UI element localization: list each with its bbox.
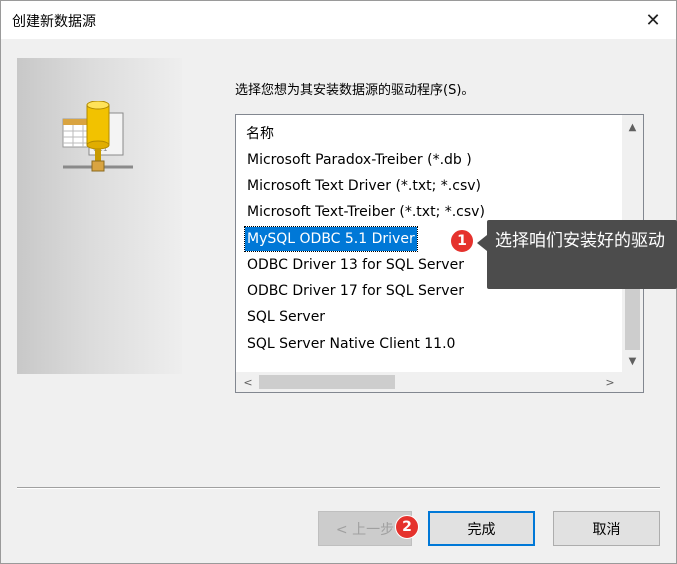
wizard-side-panel: 011 xyxy=(17,58,182,374)
scroll-up-icon[interactable]: ▲ xyxy=(622,117,643,137)
annotation-badge-1: 1 xyxy=(450,229,474,253)
close-icon: ✕ xyxy=(645,9,661,31)
list-item[interactable]: Microsoft Text-Treiber (*.txt; *.csv) xyxy=(245,200,487,224)
driver-prompt: 选择您想为其安装数据源的驱动程序(S)。 xyxy=(235,83,475,98)
finish-button[interactable]: 完成 xyxy=(428,511,535,546)
footer-separator xyxy=(17,487,660,489)
list-item[interactable]: Microsoft Text Driver (*.txt; *.csv) xyxy=(245,174,483,198)
list-item-selected[interactable]: MySQL ODBC 5.1 Driver xyxy=(244,226,418,252)
list-item[interactable]: Microsoft Paradox-Treiber (*.db ) xyxy=(245,148,474,172)
window-title: 创建新数据源 xyxy=(12,14,96,30)
close-button[interactable]: ✕ xyxy=(630,1,676,39)
tooltip-pointer xyxy=(477,235,487,251)
horizontal-scroll-thumb[interactable] xyxy=(259,375,395,389)
list-item[interactable]: SQL Server xyxy=(245,305,327,329)
title-bar: 创建新数据源 ✕ xyxy=(1,1,676,39)
scroll-down-icon[interactable]: ▼ xyxy=(622,351,643,371)
list-item[interactable]: SQL Server Native Client 11.0 xyxy=(245,332,457,356)
cancel-button[interactable]: 取消 xyxy=(553,511,660,546)
annotation-tooltip: 选择咱们安装好的驱动 xyxy=(487,220,677,289)
horizontal-scrollbar[interactable]: < > xyxy=(236,372,622,392)
list-item[interactable]: ODBC Driver 13 for SQL Server xyxy=(245,253,466,277)
list-item[interactable]: ODBC Driver 17 for SQL Server xyxy=(245,279,466,303)
annotation-badge-2: 2 xyxy=(395,515,419,539)
data-source-icon: 011 xyxy=(62,101,133,172)
scrollbar-corner xyxy=(622,372,643,392)
scroll-right-icon[interactable]: > xyxy=(600,372,620,392)
scroll-left-icon[interactable]: < xyxy=(238,372,258,392)
list-column-header-name[interactable]: 名称 xyxy=(246,123,274,143)
create-data-source-dialog: 创建新数据源 ✕ 011 选择您想为其安装数据源的驱动程序(S)。 名称 M xyxy=(0,0,677,564)
